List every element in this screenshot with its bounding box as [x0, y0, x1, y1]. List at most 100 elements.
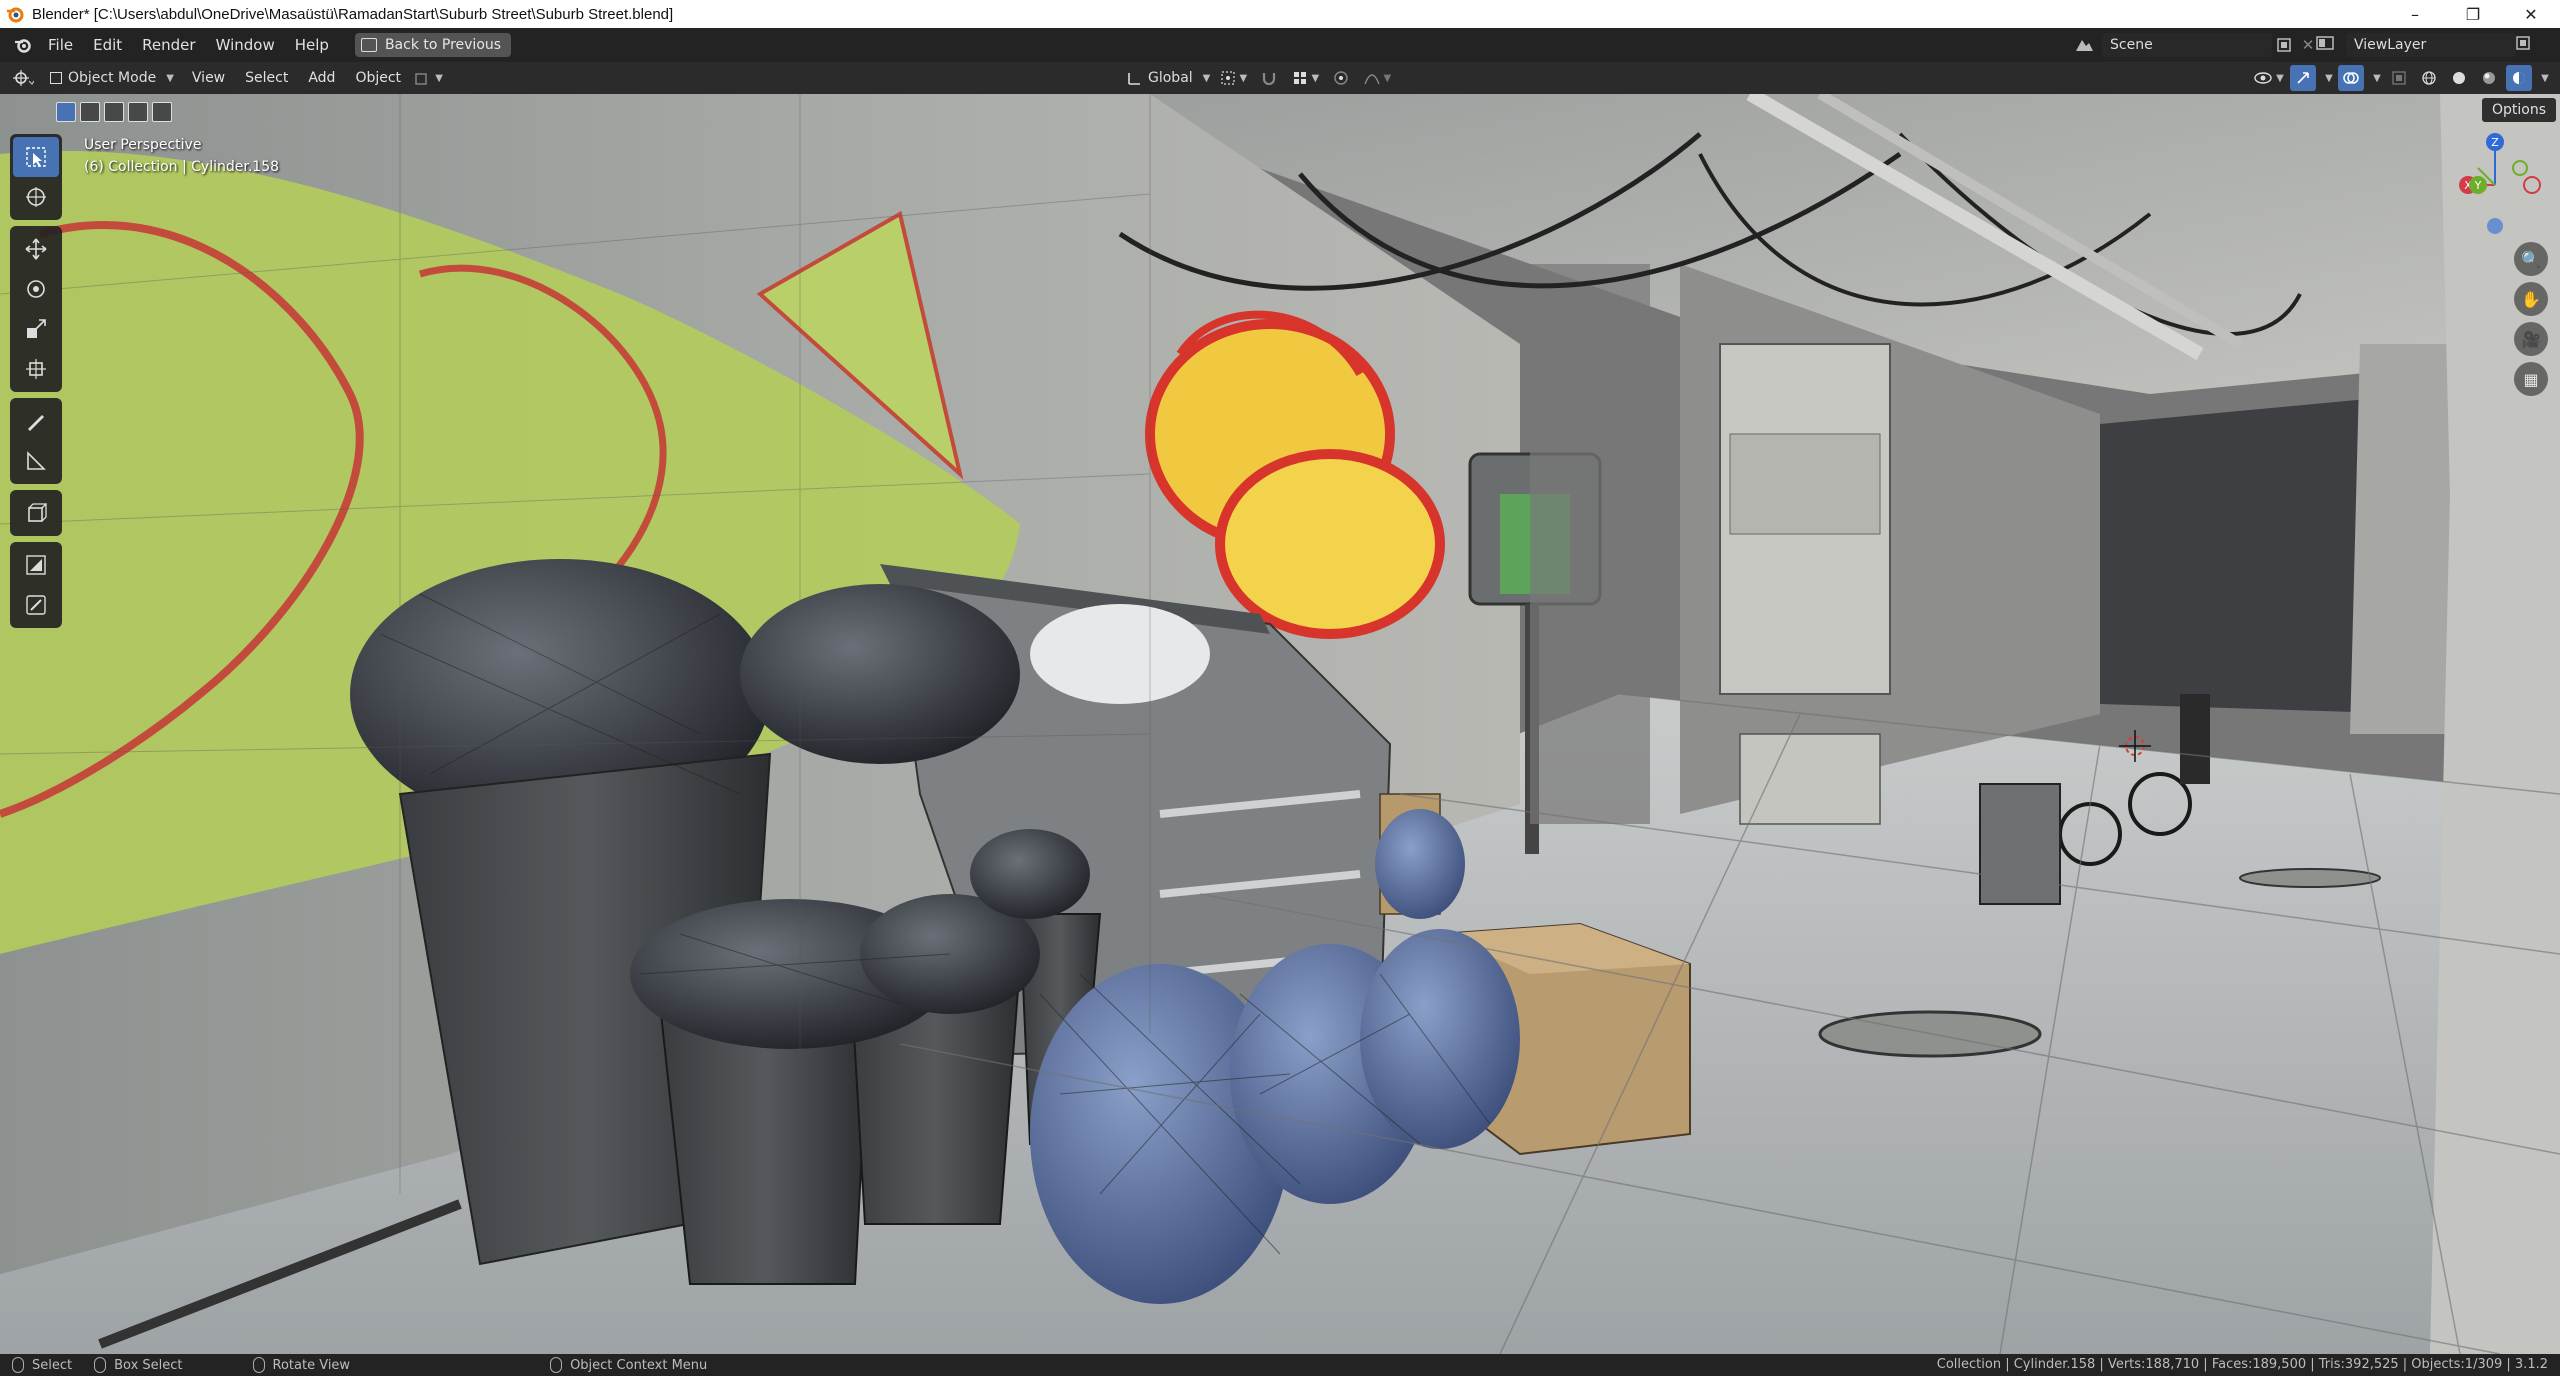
- scene-selector[interactable]: Scene ✕: [2066, 32, 2320, 58]
- visibility-dropdown-icon[interactable]: ▼: [2252, 65, 2286, 91]
- pan-hand-icon[interactable]: ✋: [2514, 282, 2548, 316]
- blender-topbar: File Edit Render Window Help Back to Pre…: [0, 28, 2560, 62]
- menu-edit[interactable]: Edit: [83, 28, 132, 62]
- selection-mode-group: [56, 102, 172, 122]
- status-box-select: Box Select: [94, 1357, 183, 1373]
- extra-tool-2-icon[interactable]: [13, 585, 59, 625]
- object-mode-label: Object Mode: [68, 70, 157, 86]
- mouse-right-icon: [550, 1357, 563, 1373]
- select-intersect-icon[interactable]: [152, 102, 172, 122]
- shading-dropdown-icon[interactable]: ▼: [2536, 65, 2550, 91]
- measure-tool-icon[interactable]: [13, 441, 59, 481]
- back-to-previous-label: Back to Previous: [384, 37, 502, 53]
- cursor-tool-icon[interactable]: [13, 177, 59, 217]
- add-cube-tool-icon[interactable]: [13, 493, 59, 533]
- object-mode-dropdown[interactable]: Object Mode ▼: [42, 65, 182, 91]
- menu-add[interactable]: Add: [298, 70, 345, 86]
- scene-statistics: Collection | Cylinder.158 | Verts:188,71…: [1936, 1357, 2548, 1372]
- back-to-previous-button[interactable]: Back to Previous: [354, 33, 512, 57]
- viewport-header: Object Mode ▼ View Select Add Object ▼ G…: [0, 62, 2560, 94]
- solid-shading-icon[interactable]: [2446, 65, 2472, 91]
- select-difference-icon[interactable]: [128, 102, 148, 122]
- annotate-tool-icon[interactable]: [13, 401, 59, 441]
- menu-file[interactable]: File: [38, 28, 83, 62]
- extra-tool-1-icon[interactable]: [13, 545, 59, 585]
- blender-menu-icon[interactable]: [8, 28, 38, 62]
- mouse-drag-icon: [94, 1357, 107, 1373]
- ortho-grid-icon[interactable]: ▦: [2514, 362, 2548, 396]
- menu-window[interactable]: Window: [206, 28, 285, 62]
- status-box-select-label: Box Select: [114, 1357, 183, 1373]
- mouse-middle-icon: [252, 1357, 265, 1373]
- snap-toggle-icon[interactable]: [1256, 65, 1282, 91]
- minimize-button[interactable]: –: [2386, 0, 2444, 28]
- object-gizmo-dropdown[interactable]: ▼: [411, 65, 447, 91]
- zoom-icon[interactable]: 🔍: [2514, 242, 2548, 276]
- pivot-point-icon[interactable]: ▼: [1216, 65, 1250, 91]
- menu-view[interactable]: View: [182, 70, 235, 86]
- transform-orientation-label: Global: [1148, 70, 1193, 86]
- proportional-editing-icon[interactable]: [1328, 65, 1354, 91]
- close-button[interactable]: ✕: [2502, 0, 2560, 28]
- status-context-menu: Object Context Menu: [550, 1357, 707, 1373]
- object-mode-icon: [50, 72, 62, 84]
- status-rotate-view-label: Rotate View: [272, 1357, 351, 1373]
- viewport-info: User Perspective (6) Collection | Cylind…: [84, 134, 279, 178]
- rotate-tool-icon[interactable]: [13, 269, 59, 309]
- orientation-icon: [1128, 73, 1140, 85]
- options-dropdown[interactable]: Options: [2481, 98, 2556, 122]
- camera-view-icon[interactable]: 🎥: [2514, 322, 2548, 356]
- move-tool-icon[interactable]: [13, 229, 59, 269]
- viewlayer-selector[interactable]: ViewLayer: [2316, 32, 2530, 58]
- rendered-shading-icon[interactable]: [2506, 65, 2532, 91]
- overlays-dropdown-icon[interactable]: ▼: [2368, 65, 2382, 91]
- screen-back-icon: [360, 38, 377, 52]
- transform-orientation-dropdown[interactable]: Global ▼: [1126, 65, 1210, 91]
- status-rotate-view: Rotate View: [252, 1357, 351, 1373]
- blender-logo-icon: [4, 3, 26, 25]
- status-select-label: Select: [32, 1357, 73, 1373]
- wireframe-shading-icon[interactable]: [2416, 65, 2442, 91]
- snap-target-icon[interactable]: ▼: [1288, 65, 1322, 91]
- select-box-tool-icon[interactable]: [13, 137, 59, 177]
- scale-tool-icon[interactable]: [13, 309, 59, 349]
- mouse-left-icon: [12, 1357, 24, 1373]
- menu-object[interactable]: Object: [345, 70, 411, 86]
- svg-text:Z: Z: [2491, 136, 2499, 149]
- perspective-label: User Perspective: [84, 137, 202, 153]
- scene-name-field[interactable]: Scene: [2102, 33, 2272, 57]
- scene-render: [0, 94, 2560, 1354]
- gizmo-toggle-icon[interactable]: [2290, 65, 2316, 91]
- menu-help[interactable]: Help: [285, 28, 339, 62]
- editor-type-icon[interactable]: [12, 65, 34, 91]
- window-titlebar: Blender* [C:\Users\abdul\OneDrive\Masaüs…: [0, 0, 2560, 28]
- select-new-icon[interactable]: [56, 102, 76, 122]
- select-subtract-icon[interactable]: [104, 102, 124, 122]
- material-preview-shading-icon[interactable]: [2476, 65, 2502, 91]
- status-bar: Select Box Select Rotate View Object Con…: [0, 1354, 2560, 1376]
- viewlayer-name-field[interactable]: ViewLayer: [2346, 33, 2516, 57]
- collection-label: (6) Collection | Cylinder.158: [84, 159, 280, 175]
- viewlayer-icon: [2316, 36, 2346, 54]
- navigation-buttons: 🔍 ✋ 🎥 ▦: [2514, 242, 2548, 396]
- status-select: Select: [12, 1357, 72, 1373]
- proportional-falloff-icon[interactable]: ▼: [1360, 65, 1394, 91]
- 3d-viewport[interactable]: User Perspective (6) Collection | Cylind…: [0, 94, 2560, 1354]
- overlays-toggle-icon[interactable]: [2338, 65, 2364, 91]
- transform-tool-icon[interactable]: [13, 349, 59, 389]
- svg-text:Y: Y: [2474, 179, 2482, 192]
- scene-icon: [2066, 32, 2102, 58]
- window-title: Blender* [C:\Users\abdul\OneDrive\Masaüs…: [32, 5, 674, 23]
- xray-toggle-icon[interactable]: [2386, 65, 2412, 91]
- menu-render[interactable]: Render: [132, 28, 205, 62]
- gizmo-dropdown-icon[interactable]: ▼: [2320, 65, 2334, 91]
- select-extend-icon[interactable]: [80, 102, 100, 122]
- maximize-button[interactable]: ❐: [2444, 0, 2502, 28]
- status-context-menu-label: Object Context Menu: [570, 1357, 708, 1373]
- new-scene-icon[interactable]: [2272, 33, 2296, 57]
- navigation-gizmo[interactable]: Z X Y: [2440, 130, 2550, 240]
- chevron-down-icon: ▼: [166, 72, 174, 84]
- tool-shelf: [10, 134, 62, 634]
- menu-select[interactable]: Select: [235, 70, 298, 86]
- new-viewlayer-icon[interactable]: [2516, 36, 2530, 54]
